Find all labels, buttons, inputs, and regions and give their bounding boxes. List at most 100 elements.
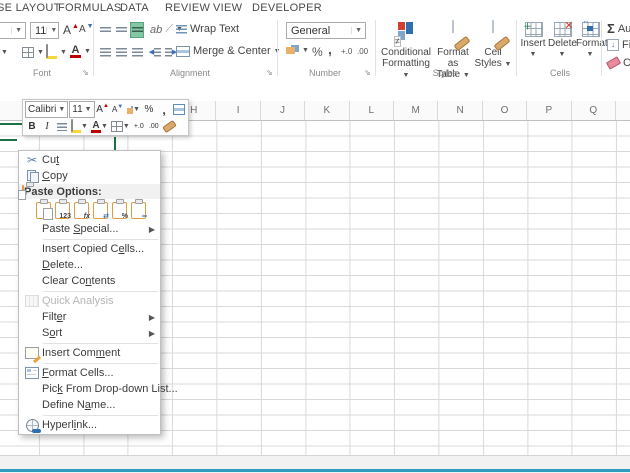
accounting-format-button[interactable]: ▼ — [126, 102, 141, 117]
paste-formulas-icon[interactable]: fx — [74, 198, 90, 220]
number-format-select[interactable]: General ▼ — [286, 22, 366, 39]
styles-button-cell-styles[interactable]: Cell Styles ▼ — [472, 20, 514, 70]
menu-item-delete[interactable]: Delete... — [19, 257, 160, 273]
paste-icon[interactable] — [36, 198, 53, 220]
paste-values-icon[interactable]: 123 — [55, 198, 71, 220]
font-group-label: Font — [32, 68, 51, 78]
bold-button[interactable]: B — [25, 119, 39, 134]
tab-data[interactable]: DATA — [120, 2, 149, 14]
menu-item-pick-from-drop-down-list[interactable]: Pick From Drop-down List... — [19, 381, 178, 397]
comment-icon — [22, 347, 42, 364]
comma-style-button[interactable]: , — [157, 102, 171, 117]
font-name-select[interactable]: ▼ — [0, 22, 26, 39]
font-size-select[interactable]: 11 ▼ — [30, 22, 59, 39]
clear-button[interactable]: Clea — [605, 56, 630, 70]
tab-se-layout[interactable]: SE LAYOUT — [0, 2, 61, 14]
cells-button-format[interactable]: ↔ Format ▼ — [576, 18, 608, 60]
column-header-P[interactable]: P — [527, 101, 572, 120]
fill-color-button[interactable]: ▼ — [46, 44, 67, 59]
tab-formulas[interactable]: FORMULAS — [58, 2, 122, 14]
menu-item-hyperlink[interactable]: Hyperlink... — [19, 417, 160, 433]
excel-window: SE LAYOUT FORMULAS DATA REVIEW VIEW DEVELOPER… — [0, 0, 630, 473]
tab-view[interactable]: VIEW — [213, 2, 242, 14]
column-header-Q[interactable]: Q — [572, 101, 616, 120]
format-cells-icon — [22, 367, 42, 379]
paste-transpose-icon[interactable]: ⇄ — [93, 198, 109, 220]
fill-button[interactable]: ↓Fill — [607, 39, 630, 51]
percent-style-button[interactable]: % — [312, 45, 323, 59]
menu-item-define-name[interactable]: Define Name... — [19, 397, 160, 413]
percent-style-button[interactable]: % — [142, 102, 156, 117]
scissors-icon: ✂ — [26, 153, 38, 167]
decrease-decimal-button[interactable]: .00 — [357, 47, 368, 56]
tab-developer[interactable]: DEVELOPER — [252, 2, 322, 14]
decrease-font-size-button[interactable]: A ▼ — [79, 23, 94, 35]
font-dialog-launcher[interactable]: ⇘ — [82, 69, 90, 77]
autosum-button[interactable]: ΣAut — [607, 21, 630, 36]
tab-review[interactable]: REVIEW — [165, 2, 210, 14]
wrap-text-button[interactable]: Wrap Text — [176, 23, 239, 35]
font-color-button[interactable]: A ▼ — [70, 44, 91, 58]
paste-icon — [18, 184, 26, 200]
column-header-N[interactable]: N — [438, 101, 483, 120]
middle-align-button[interactable] — [114, 22, 128, 38]
menu-item-sort[interactable]: Sort ▶ — [19, 325, 160, 341]
menu-item-copy[interactable]: Copy — [19, 168, 160, 184]
selection-border-bottom — [0, 139, 17, 141]
center-align-button[interactable] — [55, 119, 69, 134]
increase-font-size-button[interactable]: A ▲ — [96, 102, 110, 117]
align-right-button[interactable] — [130, 44, 144, 60]
align-center-button[interactable] — [114, 44, 128, 60]
font-name-select[interactable]: Calibri ▼ — [25, 101, 69, 118]
hyperlink-icon — [22, 418, 42, 433]
column-header-I[interactable]: I — [216, 101, 261, 120]
borders-button[interactable]: ▼ — [110, 119, 131, 134]
cells-button-delete[interactable]: ✕ Delete ▼ — [548, 21, 577, 60]
bottom-align-button[interactable] — [130, 22, 144, 38]
top-align-button[interactable] — [98, 22, 112, 38]
format-painter-button[interactable] — [161, 119, 177, 134]
align-left-button[interactable] — [98, 44, 112, 60]
column-header-O[interactable]: O — [483, 101, 528, 120]
accounting-format-icon — [286, 45, 299, 55]
menu-item-format-cells[interactable]: Format Cells... — [19, 365, 160, 381]
increase-decimal-button[interactable]: +.0 — [341, 47, 352, 56]
column-header-J[interactable]: J — [261, 101, 306, 120]
column-header-L[interactable]: L — [350, 101, 394, 120]
menu-item-clear-contents[interactable]: Clear Contents — [19, 273, 160, 289]
decrease-indent-button[interactable]: ◀ — [148, 44, 162, 60]
decrease-font-size-button[interactable]: A ▼ — [111, 102, 125, 117]
column-header-K[interactable]: K — [305, 101, 350, 120]
menu-separator — [43, 342, 158, 344]
menu-item-cut[interactable]: ✂ Cut — [19, 152, 160, 168]
borders-button[interactable]: ▼ — [22, 47, 44, 58]
comma-style-button[interactable]: , — [328, 41, 332, 57]
decrease-decimal-button[interactable]: .00 — [147, 119, 161, 134]
cells-button-insert[interactable]: ＋ Insert ▼ — [519, 22, 547, 60]
menu-item-paste-special[interactable]: Paste Special... ▶ — [19, 221, 160, 237]
underline-button-partial[interactable]: ▼ — [1, 49, 8, 56]
accounting-format-button[interactable]: ▼ — [286, 45, 309, 55]
menu-item-text: Paste Options: — [24, 185, 102, 198]
merge-center-button[interactable]: Merge & Center▼ — [176, 45, 281, 57]
number-dialog-launcher[interactable]: ⇘ — [364, 69, 372, 77]
increase-font-size-button[interactable]: A ▲ — [63, 23, 79, 38]
font-color-button[interactable]: A ▼ — [90, 119, 109, 134]
menu-item-insert-copied-cells[interactable]: Insert Copied Cells... — [19, 241, 160, 257]
font-size-select[interactable]: 11 ▼ — [69, 101, 95, 118]
menu-item-filter[interactable]: Filter ▶ — [19, 309, 160, 325]
italic-button[interactable]: I — [40, 119, 54, 134]
fill-color-button[interactable]: ▼ — [70, 119, 89, 134]
submenu-arrow-icon: ▶ — [148, 224, 155, 234]
paste-formatting-icon[interactable]: % — [112, 198, 128, 220]
menu-item-insert-comment[interactable]: Insert Comment — [19, 345, 160, 364]
menu-separator — [43, 238, 158, 240]
copy-icon — [22, 170, 42, 183]
column-header-M[interactable]: M — [394, 101, 439, 120]
increase-decimal-button[interactable]: +.0 — [132, 119, 146, 134]
alignment-dialog-launcher[interactable]: ⇘ — [266, 69, 274, 77]
merge-center-icon — [173, 104, 185, 115]
merge-center-button[interactable] — [172, 102, 186, 117]
fill-color-icon — [71, 119, 73, 132]
paste-link-icon[interactable]: ∞ — [131, 198, 147, 220]
